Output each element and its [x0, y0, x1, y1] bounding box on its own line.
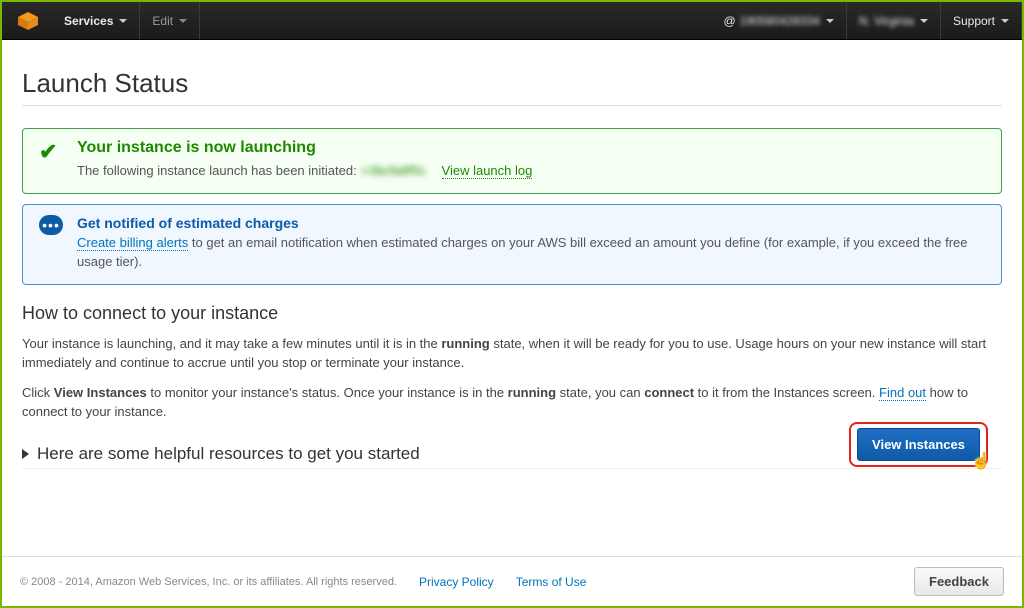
top-nav-right: @ 190580428334 N. Virginia Support: [712, 2, 1022, 39]
footer-copyright: © 2008 - 2014, Amazon Web Services, Inc.…: [20, 576, 397, 588]
nav-account[interactable]: @ 190580428334: [712, 2, 847, 39]
nav-support-label: Support: [953, 14, 995, 28]
at-icon: @: [724, 14, 736, 28]
alert-billing: ••• Get notified of estimated charges Cr…: [22, 204, 1002, 285]
alert-billing-title: Get notified of estimated charges: [77, 215, 987, 231]
feedback-button[interactable]: Feedback: [914, 567, 1004, 596]
region-masked: N. Virginia: [859, 14, 914, 28]
title-divider: [22, 105, 1002, 106]
privacy-link[interactable]: Privacy Policy: [419, 575, 494, 589]
view-instances-highlight: View Instances ☝: [849, 422, 988, 467]
footer: © 2008 - 2014, Amazon Web Services, Inc.…: [2, 556, 1022, 606]
nav-region[interactable]: N. Virginia: [847, 2, 941, 39]
chevron-down-icon: [119, 19, 127, 23]
nav-services-label: Services: [64, 14, 113, 28]
chevron-down-icon: [1001, 19, 1009, 23]
chevron-down-icon: [826, 19, 834, 23]
view-launch-log-link[interactable]: View launch log: [442, 163, 533, 179]
cursor-hand-icon: ☝: [971, 451, 991, 471]
chevron-down-icon: [920, 19, 928, 23]
connect-heading: How to connect to your instance: [22, 303, 1002, 324]
nav-support[interactable]: Support: [941, 2, 1022, 39]
alert-billing-suffix: to get an email notification when estima…: [77, 235, 968, 270]
chevron-down-icon: [179, 19, 187, 23]
top-nav: Services Edit @ 190580428334 N. Virginia…: [2, 2, 1022, 40]
nav-services[interactable]: Services: [52, 2, 140, 39]
find-out-link[interactable]: Find out: [879, 385, 926, 401]
check-icon: ✔: [39, 139, 57, 165]
page-title: Launch Status: [22, 68, 1002, 99]
terms-link[interactable]: Terms of Use: [516, 575, 587, 589]
instance-id-masked: i-0bcfa8f5c: [362, 163, 426, 178]
nav-edit[interactable]: Edit: [140, 2, 200, 39]
main-content: Launch Status ✔ Your instance is now lau…: [2, 40, 1022, 469]
account-id-masked: 190580428334: [740, 14, 820, 28]
alert-launching-prefix: The following instance launch has been i…: [77, 163, 357, 178]
cube-icon: [16, 11, 40, 31]
alert-launching-title: Your instance is now launching: [77, 139, 987, 157]
alert-launching-body: The following instance launch has been i…: [77, 161, 987, 181]
helpful-resources-label: Here are some helpful resources to get y…: [37, 444, 420, 464]
aws-logo[interactable]: [2, 2, 52, 39]
triangle-right-icon: [22, 449, 29, 459]
connect-paragraph-2: Click View Instances to monitor your ins…: [22, 383, 1002, 422]
nav-edit-label: Edit: [152, 14, 173, 28]
create-billing-alerts-link[interactable]: Create billing alerts: [77, 235, 188, 251]
connect-paragraph-1: Your instance is launching, and it may t…: [22, 334, 1002, 373]
alert-billing-body: Create billing alerts to get an email no…: [77, 233, 987, 272]
top-nav-left: Services Edit: [2, 2, 200, 39]
chat-icon: •••: [39, 215, 63, 235]
view-instances-button[interactable]: View Instances: [857, 428, 980, 461]
alert-launching: ✔ Your instance is now launching The fol…: [22, 128, 1002, 194]
